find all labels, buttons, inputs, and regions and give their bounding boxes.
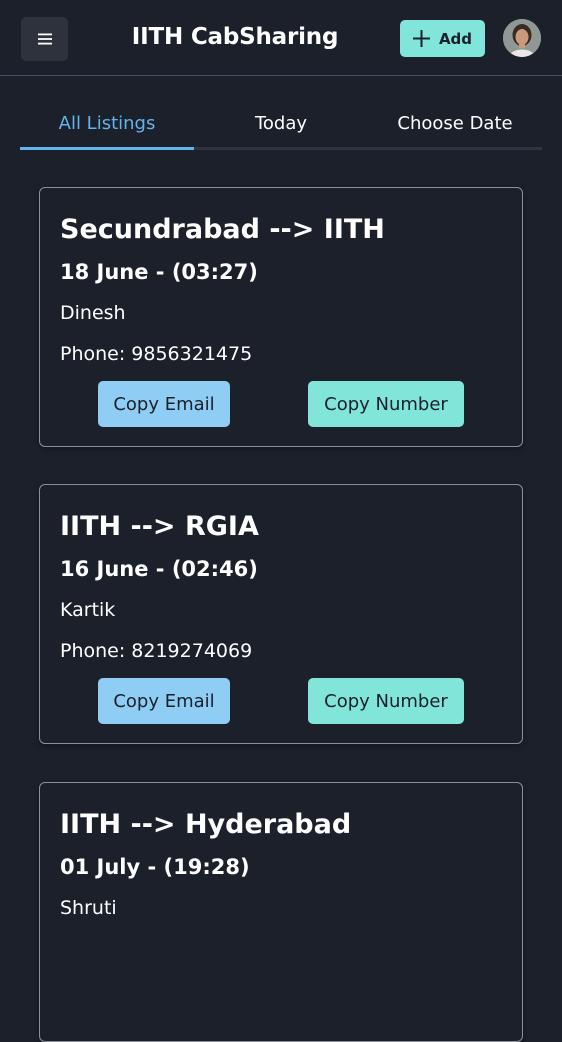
tab-today[interactable]: Today — [194, 103, 368, 147]
listing-card: Secundrabad --> IITH 18 June - (03:27) D… — [39, 187, 523, 447]
copy-email-button[interactable]: Copy Email — [98, 381, 230, 427]
tab-all-listings[interactable]: All Listings — [20, 103, 194, 150]
listing-name: Kartik — [60, 599, 116, 621]
user-avatar[interactable] — [503, 19, 541, 57]
copy-number-button[interactable]: Copy Number — [308, 381, 464, 427]
listing-phone: Phone: 9856321475 — [60, 343, 253, 365]
listing-name: Shruti — [60, 897, 117, 919]
listing-card: IITH --> RGIA 16 June - (02:46) Kartik P… — [39, 484, 523, 744]
listing-datetime: 16 June - (02:46) — [60, 557, 258, 581]
tab-choose-date[interactable]: Choose Date — [368, 103, 542, 147]
listing-route: Secundrabad --> IITH — [60, 214, 385, 245]
listing-route: IITH --> RGIA — [60, 511, 259, 542]
listing-datetime: 18 June - (03:27) — [60, 260, 258, 284]
plus-icon — [412, 30, 430, 47]
add-button-label: Add — [438, 29, 473, 48]
listing-phone: Phone: 8219274069 — [60, 640, 253, 662]
copy-email-button[interactable]: Copy Email — [98, 678, 230, 724]
listing-name: Dinesh — [60, 302, 126, 324]
listing-route: IITH --> Hyderabad — [60, 809, 352, 840]
listing-datetime: 01 July - (19:28) — [60, 855, 250, 879]
tab-bar: All Listings Today Choose Date — [20, 103, 542, 150]
listing-card: IITH --> Hyderabad 01 July - (19:28) Shr… — [39, 782, 523, 1042]
copy-number-button[interactable]: Copy Number — [308, 678, 464, 724]
app-header: IITH CabSharing Add — [0, 0, 562, 76]
add-button[interactable]: Add — [400, 20, 485, 57]
